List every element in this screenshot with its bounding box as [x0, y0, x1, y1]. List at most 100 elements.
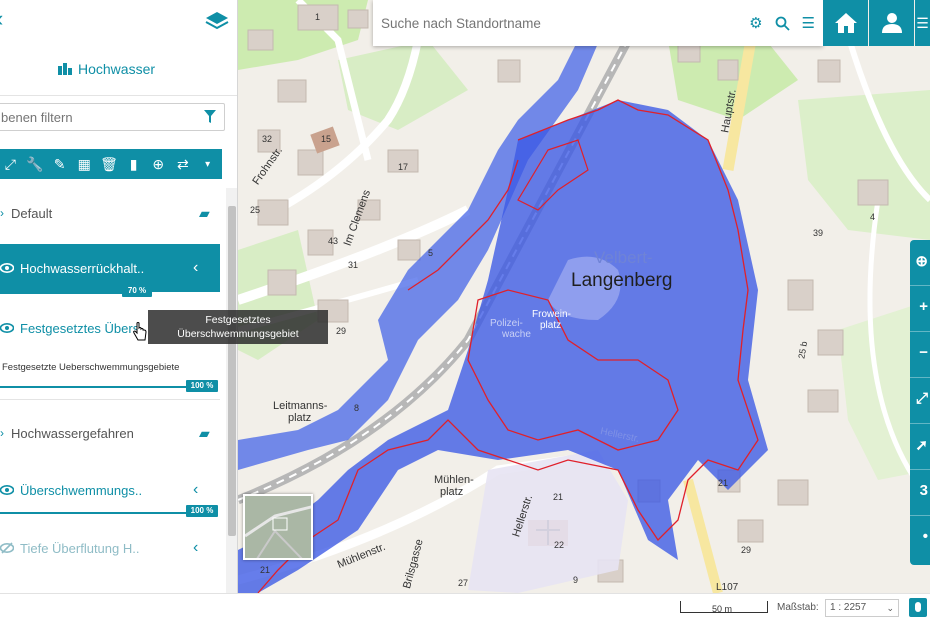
collapse-icon[interactable]: ‹ — [0, 8, 3, 30]
opacity-bar[interactable] — [0, 386, 216, 388]
layer-group-label: Hochwassergefahren — [11, 425, 134, 441]
scale-value: 1 : 2257 — [830, 602, 867, 613]
sidebar-header: ‹ Hochwasser — [0, 0, 237, 96]
layer-label: Hochwasserrückhalt.. — [20, 260, 145, 276]
more-button[interactable]: ☰ — [915, 0, 930, 46]
table-icon[interactable]: ▦ — [74, 154, 94, 174]
layer-hwr[interactable]: Hochwasserrückhalt.. ‹ — [0, 244, 220, 292]
house-number: 27 — [458, 578, 469, 588]
search-input[interactable] — [373, 15, 723, 31]
layer-filter-input[interactable] — [0, 109, 187, 125]
search-actions: ⚙ ☰ — [749, 14, 815, 32]
house-number: 29 — [336, 326, 347, 336]
filter-icon[interactable] — [204, 110, 216, 124]
chevron-down-icon: ⌄ — [886, 603, 894, 613]
folder-icon[interactable]: ▰ — [199, 425, 210, 442]
place-label: Polizei- — [490, 318, 523, 329]
scrollbar-thumb[interactable] — [228, 206, 236, 536]
place-label: Leitmanns- — [273, 400, 328, 412]
folder-icon[interactable]: ▰ — [199, 205, 210, 222]
search-icon[interactable] — [775, 16, 790, 31]
chevron-left-icon[interactable]: ‹ — [193, 481, 198, 499]
locate-button[interactable]: ➚ — [910, 424, 930, 470]
place-label: platz — [540, 320, 562, 331]
house-number: 9 — [573, 575, 579, 585]
chevron-left-icon[interactable]: ‹ — [193, 539, 198, 557]
house-number: 1 — [315, 12, 321, 22]
layer-group-label: Default — [11, 205, 53, 221]
trash-icon[interactable]: 🗑 — [99, 154, 119, 174]
buildings-icon — [58, 63, 72, 75]
divider — [0, 399, 220, 400]
wrench-icon[interactable]: 🔧 — [25, 154, 45, 174]
scale-label: Maßstab: — [777, 602, 819, 613]
chevron-left-icon[interactable]: ‹ — [193, 259, 198, 277]
house-number: 32 — [262, 134, 273, 144]
layer-group-gefahren[interactable]: › Hochwassergefahren ▰ — [0, 418, 220, 448]
chevron-right-icon[interactable]: › — [0, 206, 4, 220]
3d-button[interactable]: 3 — [910, 470, 930, 516]
user-button[interactable] — [869, 0, 914, 46]
place-label: Frowein- — [532, 309, 571, 320]
globe-button[interactable]: ⊕ — [910, 240, 930, 286]
fullscreen-button[interactable]: ⤢ — [910, 378, 930, 424]
house-number: 22 — [554, 540, 565, 550]
location-search[interactable]: ⚙ ☰ — [373, 0, 823, 46]
mouse-icon — [915, 602, 921, 612]
user-icon — [881, 13, 902, 33]
layer-filter[interactable] — [0, 103, 225, 131]
district-label: Velbert- — [594, 248, 653, 267]
road-label: L107 — [716, 582, 739, 593]
place-label: platz — [440, 486, 464, 498]
layers-icon[interactable] — [205, 10, 229, 32]
scale-bar-label: 50 m — [712, 604, 733, 614]
eye-off-icon[interactable] — [0, 542, 14, 554]
district-label: Langenberg — [571, 270, 673, 291]
house-number: 21 — [553, 492, 564, 502]
dropdown-icon[interactable]: ▾ — [198, 154, 218, 174]
map-graphics — [238, 0, 930, 593]
eye-icon[interactable] — [0, 485, 14, 495]
zoom-out-button[interactable]: − — [910, 332, 930, 378]
sidebar-scrollbar[interactable] — [226, 188, 237, 593]
opacity-badge: 100 % — [186, 380, 218, 392]
eye-icon[interactable] — [0, 263, 14, 273]
chevron-right-icon[interactable]: › — [0, 426, 4, 440]
menu-icon[interactable]: ☰ — [802, 14, 815, 32]
home-icon — [834, 13, 857, 33]
house-number: 31 — [348, 260, 359, 270]
home-button[interactable] — [823, 0, 868, 46]
map-canvas[interactable]: Frohnstr. Im Clemens Hauptstr. Velbert- … — [238, 0, 930, 593]
layer-sidebar: ‹ Hochwasser ⤢ 🔧 ✎ ▦ 🗑 ▮ ⊕ ⇄ ▾ — [0, 0, 238, 593]
house-number: 5 — [428, 248, 434, 258]
layer-tooltip: Festgesetztes Überschwemmungsgebiet — [148, 310, 328, 344]
layer-label: Festgesetztes Übers.. — [20, 320, 147, 336]
swap-icon[interactable]: ⇄ — [173, 154, 193, 174]
sidebar-title: Hochwasser — [58, 61, 155, 77]
mouse-button[interactable] — [909, 598, 927, 617]
status-bar: 50 m Maßstab: 1 : 2257 ⌄ — [0, 593, 930, 620]
opacity-bar[interactable] — [0, 292, 138, 294]
house-number: 8 — [354, 403, 360, 413]
house-number: 15 — [321, 134, 332, 144]
eye-icon[interactable] — [0, 323, 14, 333]
gear-icon[interactable]: ⚙ — [749, 14, 762, 32]
dot-button[interactable]: • — [910, 516, 930, 562]
scale-select[interactable]: 1 : 2257 ⌄ — [825, 599, 899, 617]
brush-icon[interactable]: ✎ — [50, 154, 70, 174]
house-number: 17 — [398, 162, 409, 172]
layer-tief[interactable]: Tiefe Überflutung H.. ‹ — [0, 528, 220, 568]
zoom-in-button[interactable]: + — [910, 286, 930, 332]
house-number: 29 — [741, 545, 752, 555]
house-number: 21 — [260, 565, 271, 575]
opacity-bar[interactable] — [0, 512, 216, 514]
layer-label: Überschwemmungs.. — [20, 482, 143, 498]
legend-label: Festgesetzte Ueberschwemmungsgebiete — [2, 362, 180, 373]
chart-icon[interactable]: ▮ — [124, 154, 144, 174]
overview-minimap[interactable] — [243, 494, 313, 560]
expand-icon[interactable]: ⤢ — [0, 154, 20, 174]
house-number: 43 — [328, 236, 339, 246]
layer-group-default[interactable]: › Default ▰ — [0, 198, 220, 228]
add-layer-icon[interactable]: ⊕ — [148, 154, 168, 174]
layer-toolbar: ⤢ 🔧 ✎ ▦ 🗑 ▮ ⊕ ⇄ ▾ — [0, 149, 222, 179]
